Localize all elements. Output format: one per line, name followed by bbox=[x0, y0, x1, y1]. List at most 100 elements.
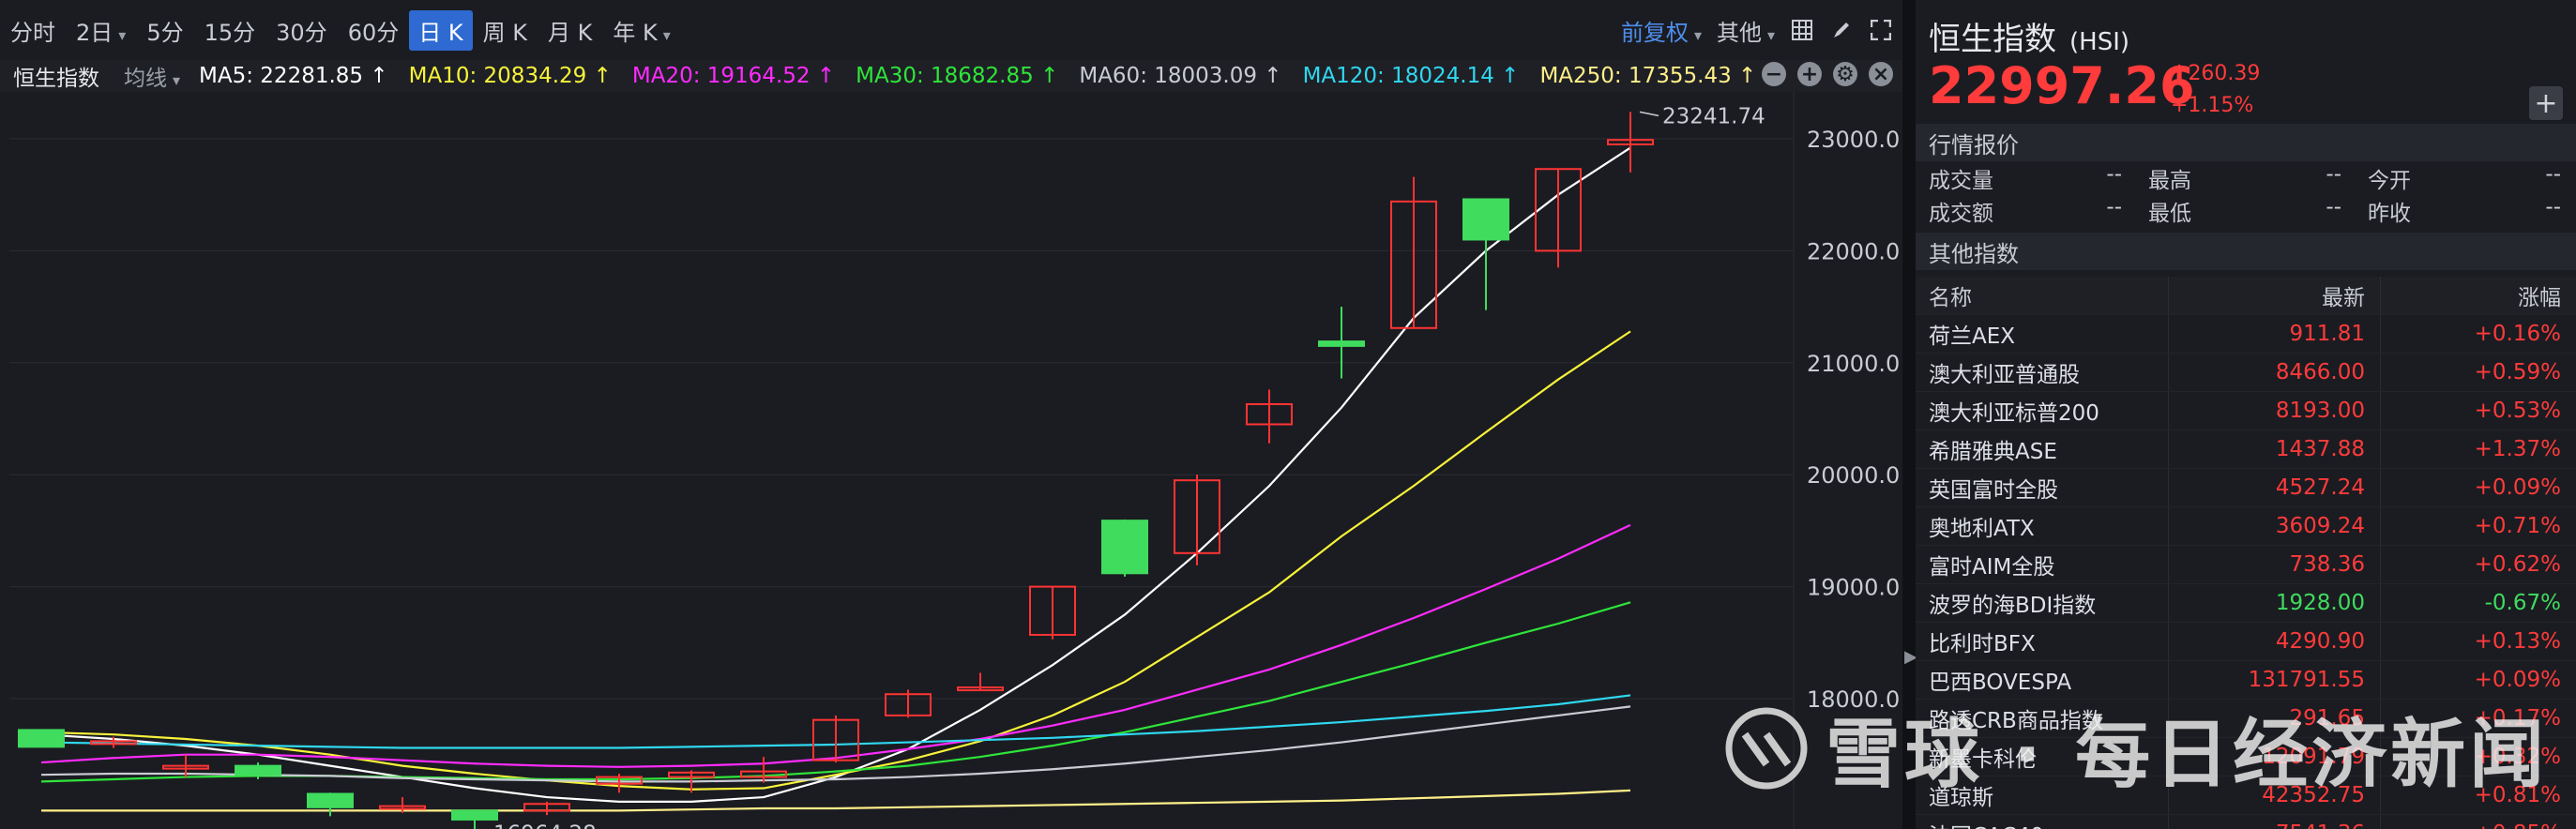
col-header-latest[interactable]: 最新 bbox=[2169, 277, 2381, 314]
ma-line-ma250 bbox=[41, 789, 1631, 812]
quote-code: (HSI) bbox=[2069, 28, 2130, 56]
candle-down bbox=[1318, 340, 1365, 347]
candle-down bbox=[451, 809, 498, 821]
y-tick-label: 23000.0 bbox=[1807, 127, 1900, 153]
table-row[interactable]: 奥地利ATX 3609.24 +0.71% bbox=[1916, 507, 2576, 546]
period-toolbar: 分时 2日 ▾ 5分 15分 30分 60分 日 K 周 K 月 K 年 K ▾ bbox=[0, 0, 1902, 60]
quote-price: 22997.26 bbox=[1929, 56, 2195, 115]
adjust-dropdown[interactable]: 前复权 ▾ bbox=[1621, 14, 1702, 47]
index-latest: 1928.00 bbox=[2169, 584, 2381, 622]
fullscreen-icon[interactable] bbox=[1869, 18, 1893, 42]
index-change: +0.85% bbox=[2381, 815, 2576, 829]
index-latest: 4527.24 bbox=[2169, 469, 2381, 506]
grid-layout-icon[interactable] bbox=[1790, 18, 1814, 42]
period-tab-2day[interactable]: 2日 ▾ bbox=[66, 14, 136, 47]
quote-cell: 成交额 -- bbox=[1929, 194, 2122, 226]
chevron-down-icon: ▾ bbox=[118, 25, 127, 44]
index-change: +0.09% bbox=[2474, 668, 2561, 692]
index-latest: 8193.00 bbox=[2169, 392, 2381, 430]
ma60-value: MA60: 18003.09 ↑ bbox=[1079, 64, 1282, 88]
xueqiu-logo-icon bbox=[1725, 707, 1808, 790]
table-row[interactable]: 波罗的海BDI指数 1928.00 -0.67% bbox=[1916, 584, 2576, 623]
period-tab-60min[interactable]: 60分 bbox=[338, 14, 410, 47]
index-name: 希腊雅典ASE bbox=[1916, 430, 2169, 468]
draw-pen-icon[interactable] bbox=[1829, 18, 1854, 42]
chevron-down-icon: ▾ bbox=[662, 25, 671, 44]
period-tab-monthly[interactable]: 月 K bbox=[538, 14, 602, 47]
quote-cell: 最高 -- bbox=[2148, 161, 2341, 193]
index-change: -0.67% bbox=[2484, 591, 2561, 615]
index-latest: 738.36 bbox=[2169, 546, 2381, 583]
index-latest: 3609.24 bbox=[2169, 507, 2381, 545]
candle-down bbox=[18, 729, 65, 748]
index-latest: 131791.55 bbox=[2169, 661, 2381, 699]
quote-change: ⬆260.39 +1.15% bbox=[2171, 58, 2260, 122]
period-tab-5min[interactable]: 5分 bbox=[136, 14, 193, 47]
period-tab-30min[interactable]: 30分 bbox=[265, 14, 338, 47]
period-tab-yearly[interactable]: 年 K ▾ bbox=[602, 14, 680, 47]
table-row[interactable]: 荷兰AEX 911.81 +0.16% bbox=[1916, 315, 2576, 354]
table-row[interactable]: 比利时BFX 4290.90 +0.13% bbox=[1916, 623, 2576, 661]
table-row[interactable]: 希腊雅典ASE 1437.88 +1.37% bbox=[1916, 430, 2576, 469]
indicator-mode-dropdown[interactable]: 均线 ▾ bbox=[124, 60, 199, 92]
index-change: +0.13% bbox=[2474, 629, 2561, 654]
index-name: 英国富时全股 bbox=[1916, 469, 2169, 506]
index-name: 法国CAC40 bbox=[1916, 815, 2169, 829]
table-header: 名称 最新 涨幅 bbox=[1916, 277, 2576, 315]
arrow-up-icon: ⬆ bbox=[2171, 62, 2189, 85]
y-tick-label: 20000.0 bbox=[1807, 462, 1900, 489]
quote-cell: 成交量 -- bbox=[1929, 161, 2122, 193]
index-latest: 7541.36 bbox=[2169, 815, 2381, 829]
ma20-value: MA20: 19164.52 ↑ bbox=[631, 64, 836, 88]
period-tab-weekly[interactable]: 周 K bbox=[473, 14, 538, 47]
other-dropdown[interactable]: 其他 ▾ bbox=[1717, 14, 1775, 47]
index-latest: 4290.90 bbox=[2169, 623, 2381, 660]
zoom-out-icon[interactable]: − bbox=[1762, 62, 1786, 86]
candlestick-chart[interactable]: 23000.022000.021000.020000.019000.018000… bbox=[0, 92, 1902, 829]
quote-row: 成交额 -- 最低 -- 昨收 -- bbox=[1916, 194, 2576, 227]
col-header-name[interactable]: 名称 bbox=[1916, 277, 2169, 314]
index-name: 巴西BOVESPA bbox=[1916, 661, 2169, 699]
period-tab-15min[interactable]: 15分 bbox=[194, 14, 266, 47]
quote-cell: 今开 -- bbox=[2368, 161, 2561, 193]
col-header-change[interactable]: 涨幅 bbox=[2381, 277, 2576, 314]
candle-down bbox=[1462, 198, 1509, 241]
quote-cell: 最低 -- bbox=[2148, 194, 2341, 226]
table-row[interactable]: 澳大利亚普通股 8466.00 +0.59% bbox=[1916, 354, 2576, 392]
index-latest: 1437.88 bbox=[2169, 430, 2381, 468]
index-name: 澳大利亚普通股 bbox=[1916, 354, 2169, 391]
index-latest: 8466.00 bbox=[2169, 354, 2381, 391]
toolbar-right: 前复权 ▾ 其他 ▾ bbox=[1621, 0, 1893, 60]
index-name: 澳大利亚标普200 bbox=[1916, 392, 2169, 430]
max-pointer bbox=[1639, 111, 1659, 117]
add-watchlist-button[interactable]: + bbox=[2529, 86, 2563, 120]
zoom-in-icon[interactable]: + bbox=[1797, 62, 1822, 86]
table-row[interactable]: 富时AIM全股 738.36 +0.62% bbox=[1916, 546, 2576, 584]
candle-down bbox=[1101, 520, 1148, 575]
quote-table: 成交量 -- 最高 -- 今开 -- 成交额 -- 最低 -- 昨收 -- bbox=[1916, 161, 2576, 227]
max-price-label: 23241.74 bbox=[1662, 104, 1765, 128]
index-change: +0.71% bbox=[2474, 514, 2561, 538]
close-icon[interactable]: × bbox=[1869, 62, 1893, 86]
min-price-label: 16964.28 bbox=[493, 821, 597, 829]
y-tick-label: 19000.0 bbox=[1807, 575, 1900, 601]
index-change: +0.09% bbox=[2474, 475, 2561, 500]
ma120-value: MA120: 18024.14 ↑ bbox=[1302, 64, 1520, 88]
index-name: 荷兰AEX bbox=[1916, 315, 2169, 353]
index-change: +0.16% bbox=[2474, 322, 2561, 346]
chevron-down-icon: ▾ bbox=[1766, 25, 1775, 44]
period-tab-daily[interactable]: 日 K bbox=[409, 9, 473, 51]
period-tab-intraday[interactable]: 分时 bbox=[0, 14, 66, 47]
ma10-value: MA10: 20834.29 ↑ bbox=[408, 64, 612, 88]
watermark: 雪球 · 每日经济新闻 bbox=[1724, 694, 2548, 803]
table-row[interactable]: 澳大利亚标普200 8193.00 +0.53% bbox=[1916, 392, 2576, 430]
index-change: +1.37% bbox=[2474, 437, 2561, 461]
kline-panel: 分时 2日 ▾ 5分 15分 30分 60分 日 K 周 K 月 K 年 K ▾ 前… bbox=[0, 0, 1902, 829]
index-name: 奥地利ATX bbox=[1916, 507, 2169, 545]
settings-gear-icon[interactable]: ⚙ bbox=[1833, 62, 1857, 86]
table-row[interactable]: 英国富时全股 4527.24 +0.09% bbox=[1916, 469, 2576, 507]
section-other-indices-label: 其他指数 bbox=[1916, 233, 2576, 270]
candle-down bbox=[235, 764, 281, 776]
table-row[interactable]: 法国CAC407541.36+0.85% bbox=[1916, 815, 2576, 829]
index-name-label: 恒生指数 bbox=[13, 67, 99, 91]
